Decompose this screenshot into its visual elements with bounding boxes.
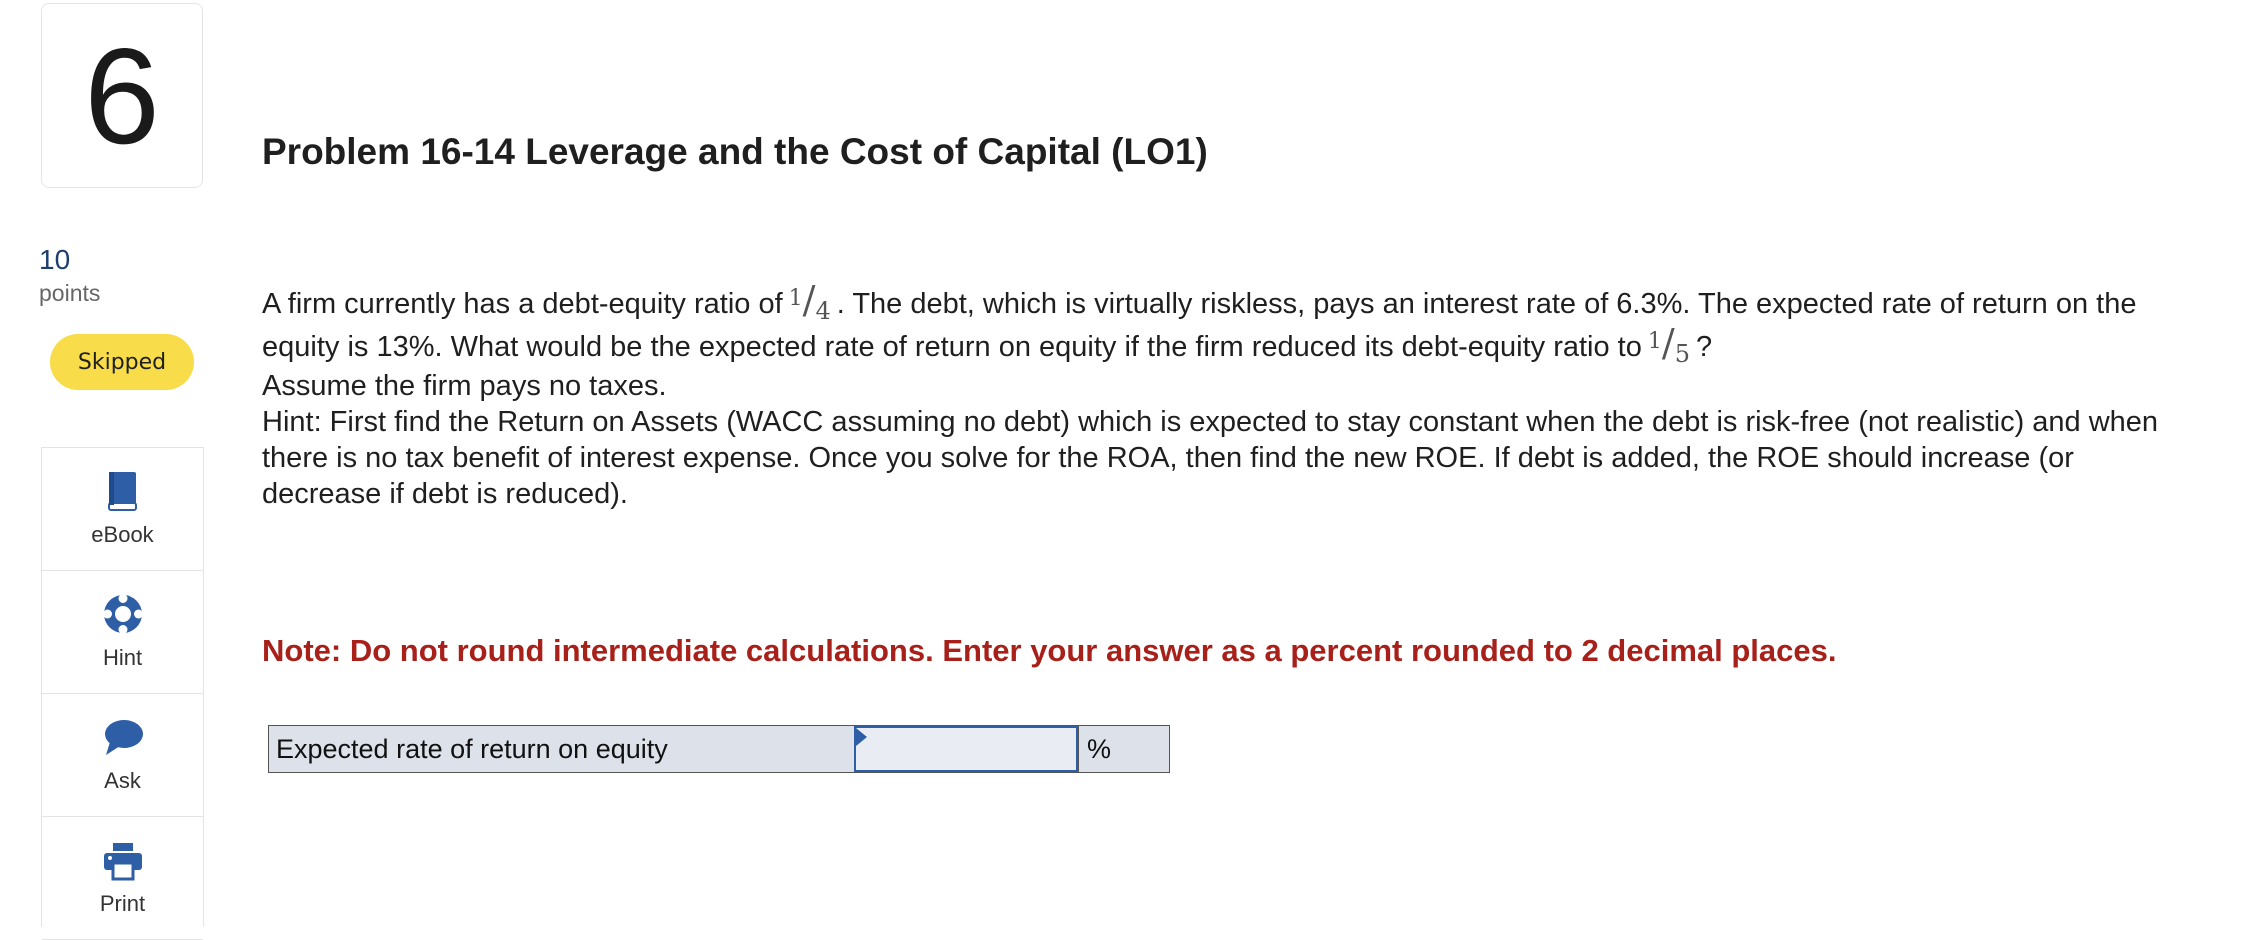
question-number: 6 bbox=[84, 19, 160, 172]
answer-unit: % bbox=[1078, 726, 1169, 772]
problem-text-part-c: ? bbox=[1695, 331, 1713, 363]
points-value: 10 bbox=[39, 244, 71, 275]
lifebuoy-icon bbox=[102, 594, 143, 634]
speech-bubble-icon bbox=[104, 720, 143, 755]
problem-assumption: Assume the firm pays no taxes. bbox=[262, 370, 667, 402]
fraction1-slash: / bbox=[802, 278, 816, 322]
printer-icon bbox=[103, 843, 142, 881]
fraction2-slash: / bbox=[1661, 321, 1675, 365]
print-label: Print bbox=[99, 891, 146, 916]
hint-button[interactable]: Hint bbox=[42, 571, 203, 694]
ebook-label: eBook bbox=[91, 522, 154, 547]
fraction-one-fifth: 1/5 bbox=[1642, 324, 1696, 368]
points-label: points bbox=[39, 280, 101, 306]
problem-hint: Hint: First find the Return on Assets (W… bbox=[262, 406, 2159, 510]
answer-label: Expected rate of return on equity bbox=[276, 733, 668, 764]
answer-table: Expected rate of return on equity % bbox=[268, 725, 1170, 773]
ask-button[interactable]: Ask bbox=[42, 694, 203, 817]
answer-input-cell bbox=[854, 726, 1078, 772]
fraction-one-fourth: 1/4 bbox=[783, 281, 837, 325]
problem-text-part-a: A firm currently has a debt-equity ratio… bbox=[262, 288, 783, 320]
status-badge: Skipped bbox=[50, 334, 194, 390]
problem-statement: A firm currently has a debt-equity ratio… bbox=[262, 281, 2162, 512]
hint-label: Hint bbox=[102, 645, 143, 670]
problem-text: A firm currently has a debt-equity ratio… bbox=[262, 281, 2162, 368]
answer-input[interactable] bbox=[856, 728, 1076, 770]
fraction2-denominator: 5 bbox=[1674, 340, 1690, 368]
tool-panel: eBook Hint Ask Print bbox=[41, 447, 204, 940]
ebook-button[interactable]: eBook bbox=[42, 448, 203, 571]
input-flag-icon bbox=[856, 728, 867, 746]
ask-label: Ask bbox=[104, 768, 141, 793]
fraction1-denominator: 4 bbox=[815, 297, 831, 325]
fraction1-numerator: 1 bbox=[788, 286, 803, 311]
fraction2-numerator: 1 bbox=[1647, 329, 1662, 354]
rounding-note: Note: Do not round intermediate calculat… bbox=[262, 633, 1837, 668]
book-icon bbox=[107, 472, 137, 511]
problem-title: Problem 16-14 Leverage and the Cost of C… bbox=[262, 131, 1208, 172]
question-number-box: 6 bbox=[41, 3, 203, 188]
